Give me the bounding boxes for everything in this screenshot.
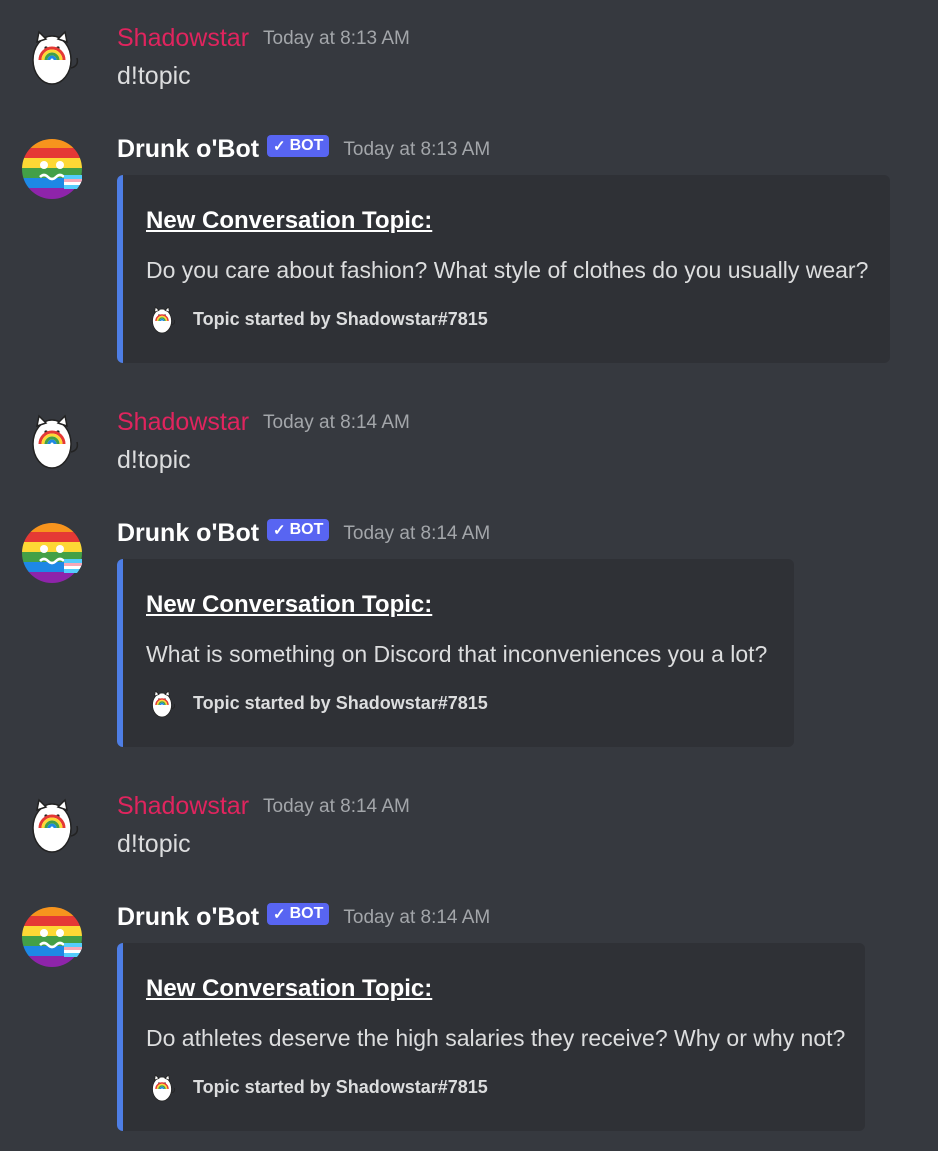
username[interactable]: Drunk o'Bot xyxy=(117,519,259,548)
username[interactable]: Drunk o'Bot xyxy=(117,135,259,164)
username[interactable]: Drunk o'Bot xyxy=(117,903,259,932)
message-header: Shadowstar Today at 8:14 AM xyxy=(117,408,410,437)
bot-tag: ✓ BOT xyxy=(267,902,330,925)
username[interactable]: Shadowstar xyxy=(117,792,249,821)
message-header: Drunk o'Bot ✓ BOT Today at 8:14 AM xyxy=(117,518,490,548)
username[interactable]: Shadowstar xyxy=(117,408,249,437)
embed-description: What is something on Discord that inconv… xyxy=(146,641,768,667)
timestamp[interactable]: Today at 8:14 AM xyxy=(343,523,490,545)
checkmark-icon: ✓ xyxy=(273,905,286,923)
cat-rainbow-avatar-icon xyxy=(146,303,178,335)
cat-rainbow-avatar-icon[interactable] xyxy=(20,408,84,472)
message-content: d!topic xyxy=(117,62,191,90)
embed: New Conversation Topic: Do you care abou… xyxy=(117,175,890,363)
embed: New Conversation Topic: Do athletes dese… xyxy=(117,943,865,1131)
timestamp[interactable]: Today at 8:13 AM xyxy=(263,28,410,50)
username[interactable]: Shadowstar xyxy=(117,24,249,53)
message-header: Shadowstar Today at 8:13 AM xyxy=(117,24,410,53)
embed-description: Do athletes deserve the high salaries th… xyxy=(146,1025,846,1051)
timestamp[interactable]: Today at 8:14 AM xyxy=(263,796,410,818)
embed: New Conversation Topic: What is somethin… xyxy=(117,559,794,747)
rainbow-face-avatar-icon[interactable] xyxy=(20,521,84,585)
embed-footer: Topic started by Shadowstar#7815 xyxy=(146,1071,488,1103)
cat-rainbow-avatar-icon[interactable] xyxy=(20,24,84,88)
embed-title: New Conversation Topic: xyxy=(146,207,433,234)
message-header: Drunk o'Bot ✓ BOT Today at 8:14 AM xyxy=(117,902,490,932)
bot-tag-label: BOT xyxy=(289,520,324,538)
bot-tag-label: BOT xyxy=(289,904,324,922)
checkmark-icon: ✓ xyxy=(273,521,286,539)
cat-rainbow-avatar-icon[interactable] xyxy=(20,792,84,856)
embed-footer: Topic started by Shadowstar#7815 xyxy=(146,687,488,719)
embed-footer-text: Topic started by Shadowstar#7815 xyxy=(193,692,488,713)
rainbow-face-avatar-icon[interactable] xyxy=(20,905,84,969)
embed-title: New Conversation Topic: xyxy=(146,591,433,618)
timestamp[interactable]: Today at 8:13 AM xyxy=(343,139,490,161)
bot-tag-label: BOT xyxy=(289,136,324,154)
checkmark-icon: ✓ xyxy=(273,137,286,155)
cat-rainbow-avatar-icon xyxy=(146,687,178,719)
message-content: d!topic xyxy=(117,830,191,858)
message-header: Shadowstar Today at 8:14 AM xyxy=(117,792,410,821)
embed-footer: Topic started by Shadowstar#7815 xyxy=(146,303,488,335)
rainbow-face-avatar-icon[interactable] xyxy=(20,137,84,201)
message-header: Drunk o'Bot ✓ BOT Today at 8:13 AM xyxy=(117,134,490,164)
message-content: d!topic xyxy=(117,446,191,474)
bot-tag: ✓ BOT xyxy=(267,134,330,157)
embed-title: New Conversation Topic: xyxy=(146,975,433,1002)
embed-footer-text: Topic started by Shadowstar#7815 xyxy=(193,1076,488,1097)
cat-rainbow-avatar-icon xyxy=(146,1071,178,1103)
timestamp[interactable]: Today at 8:14 AM xyxy=(343,907,490,929)
bot-tag: ✓ BOT xyxy=(267,518,330,541)
timestamp[interactable]: Today at 8:14 AM xyxy=(263,412,410,434)
embed-footer-text: Topic started by Shadowstar#7815 xyxy=(193,308,488,329)
embed-description: Do you care about fashion? What style of… xyxy=(146,257,869,283)
